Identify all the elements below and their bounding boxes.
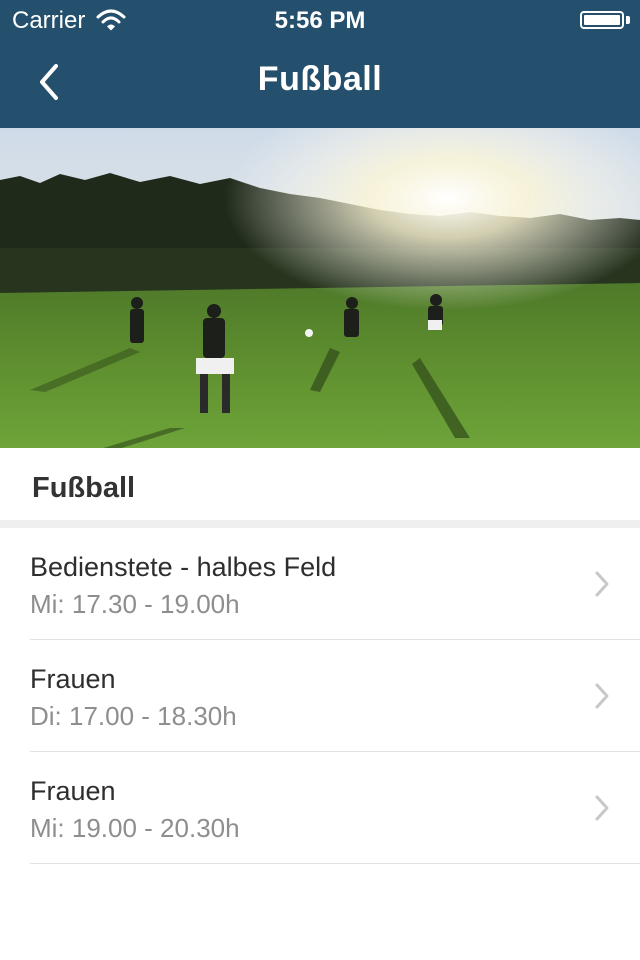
chevron-right-icon: [595, 571, 609, 597]
section-title: Fußball: [32, 472, 136, 504]
list-item[interactable]: Frauen Di: 17.00 - 18.30h: [0, 640, 640, 752]
battery-tip: [626, 16, 630, 24]
page-title: Fußball: [257, 60, 383, 98]
list-item-subtitle: Mi: 17.30 - 19.00h: [30, 589, 240, 619]
section-divider: [0, 520, 640, 528]
list-item[interactable]: Frauen Mi: 19.00 - 20.30h: [0, 752, 640, 864]
list-item-subtitle: Di: 17.00 - 18.30h: [30, 701, 237, 731]
navigation-bar: Carrier 5:56 PM Fußball: [0, 0, 640, 128]
list-item-title: Frauen: [30, 664, 116, 694]
list-item-title: Bedienstete - halbes Feld: [30, 552, 337, 582]
chevron-right-icon: [595, 683, 609, 709]
list-item[interactable]: Bedienstete - halbes Feld Mi: 17.30 - 19…: [0, 528, 640, 640]
section-header: Fußball: [0, 448, 640, 522]
hero-image: [0, 128, 640, 448]
row-divider: [30, 863, 640, 864]
status-time: 5:56 PM: [274, 7, 366, 34]
list-item-subtitle: Mi: 19.00 - 20.30h: [30, 813, 240, 843]
chevron-right-icon: [595, 795, 609, 821]
schedule-list: Bedienstete - halbes Feld Mi: 17.30 - 19…: [0, 528, 640, 864]
status-bar: Carrier 5:56 PM: [0, 0, 640, 40]
list-item-title: Frauen: [30, 776, 116, 806]
battery-icon: [580, 11, 624, 29]
